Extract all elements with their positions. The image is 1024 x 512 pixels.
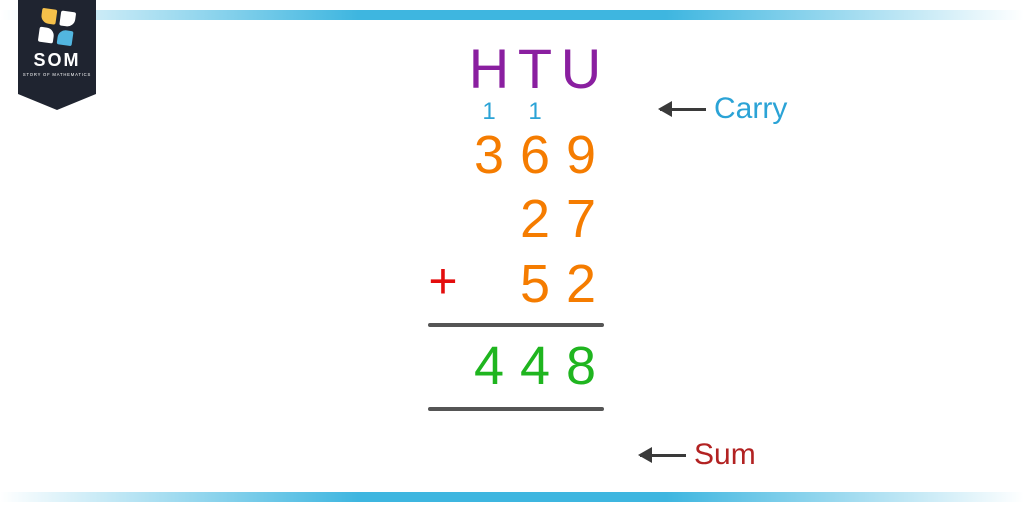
sum-annotation: Sum <box>640 438 756 472</box>
addend1-units: 9 <box>566 124 596 186</box>
plus-sign: + <box>428 253 457 315</box>
sum-hundreds: 4 <box>474 335 504 397</box>
addend1-hundreds: 3 <box>474 124 504 186</box>
carry-label: Carry <box>714 92 787 126</box>
addition-diagram: . H T U . 1 1 . . 3 6 9 . 2 7 + 5 2 . 4 … <box>420 40 604 417</box>
top-accent-bar <box>0 10 1024 20</box>
addend1-tens: 6 <box>520 124 550 186</box>
header-tens: T <box>518 40 552 99</box>
logo-badge: SOM STORY OF MATHEMATICS <box>18 0 96 94</box>
addend2-units: 7 <box>566 188 596 250</box>
arrow-left-icon <box>660 108 706 111</box>
logo-text: SOM <box>33 50 80 71</box>
carry-hundreds: 1 <box>482 101 495 123</box>
arrow-left-icon <box>640 454 686 457</box>
addend3-units: 2 <box>566 253 596 315</box>
rule-bottom <box>428 407 604 411</box>
addend2-tens: 2 <box>520 188 550 250</box>
carry-annotation: Carry <box>660 92 787 126</box>
header-units: U <box>561 40 601 99</box>
sum-label: Sum <box>694 438 756 472</box>
logo-subtext: STORY OF MATHEMATICS <box>23 72 91 77</box>
bottom-accent-bar <box>0 492 1024 502</box>
rule-top <box>428 323 604 327</box>
sum-units: 8 <box>566 335 596 397</box>
carry-tens: 1 <box>528 101 541 123</box>
sum-tens: 4 <box>520 335 550 397</box>
header-hundreds: H <box>469 40 509 99</box>
logo-mark-icon <box>38 8 76 46</box>
addend3-tens: 5 <box>520 253 550 315</box>
